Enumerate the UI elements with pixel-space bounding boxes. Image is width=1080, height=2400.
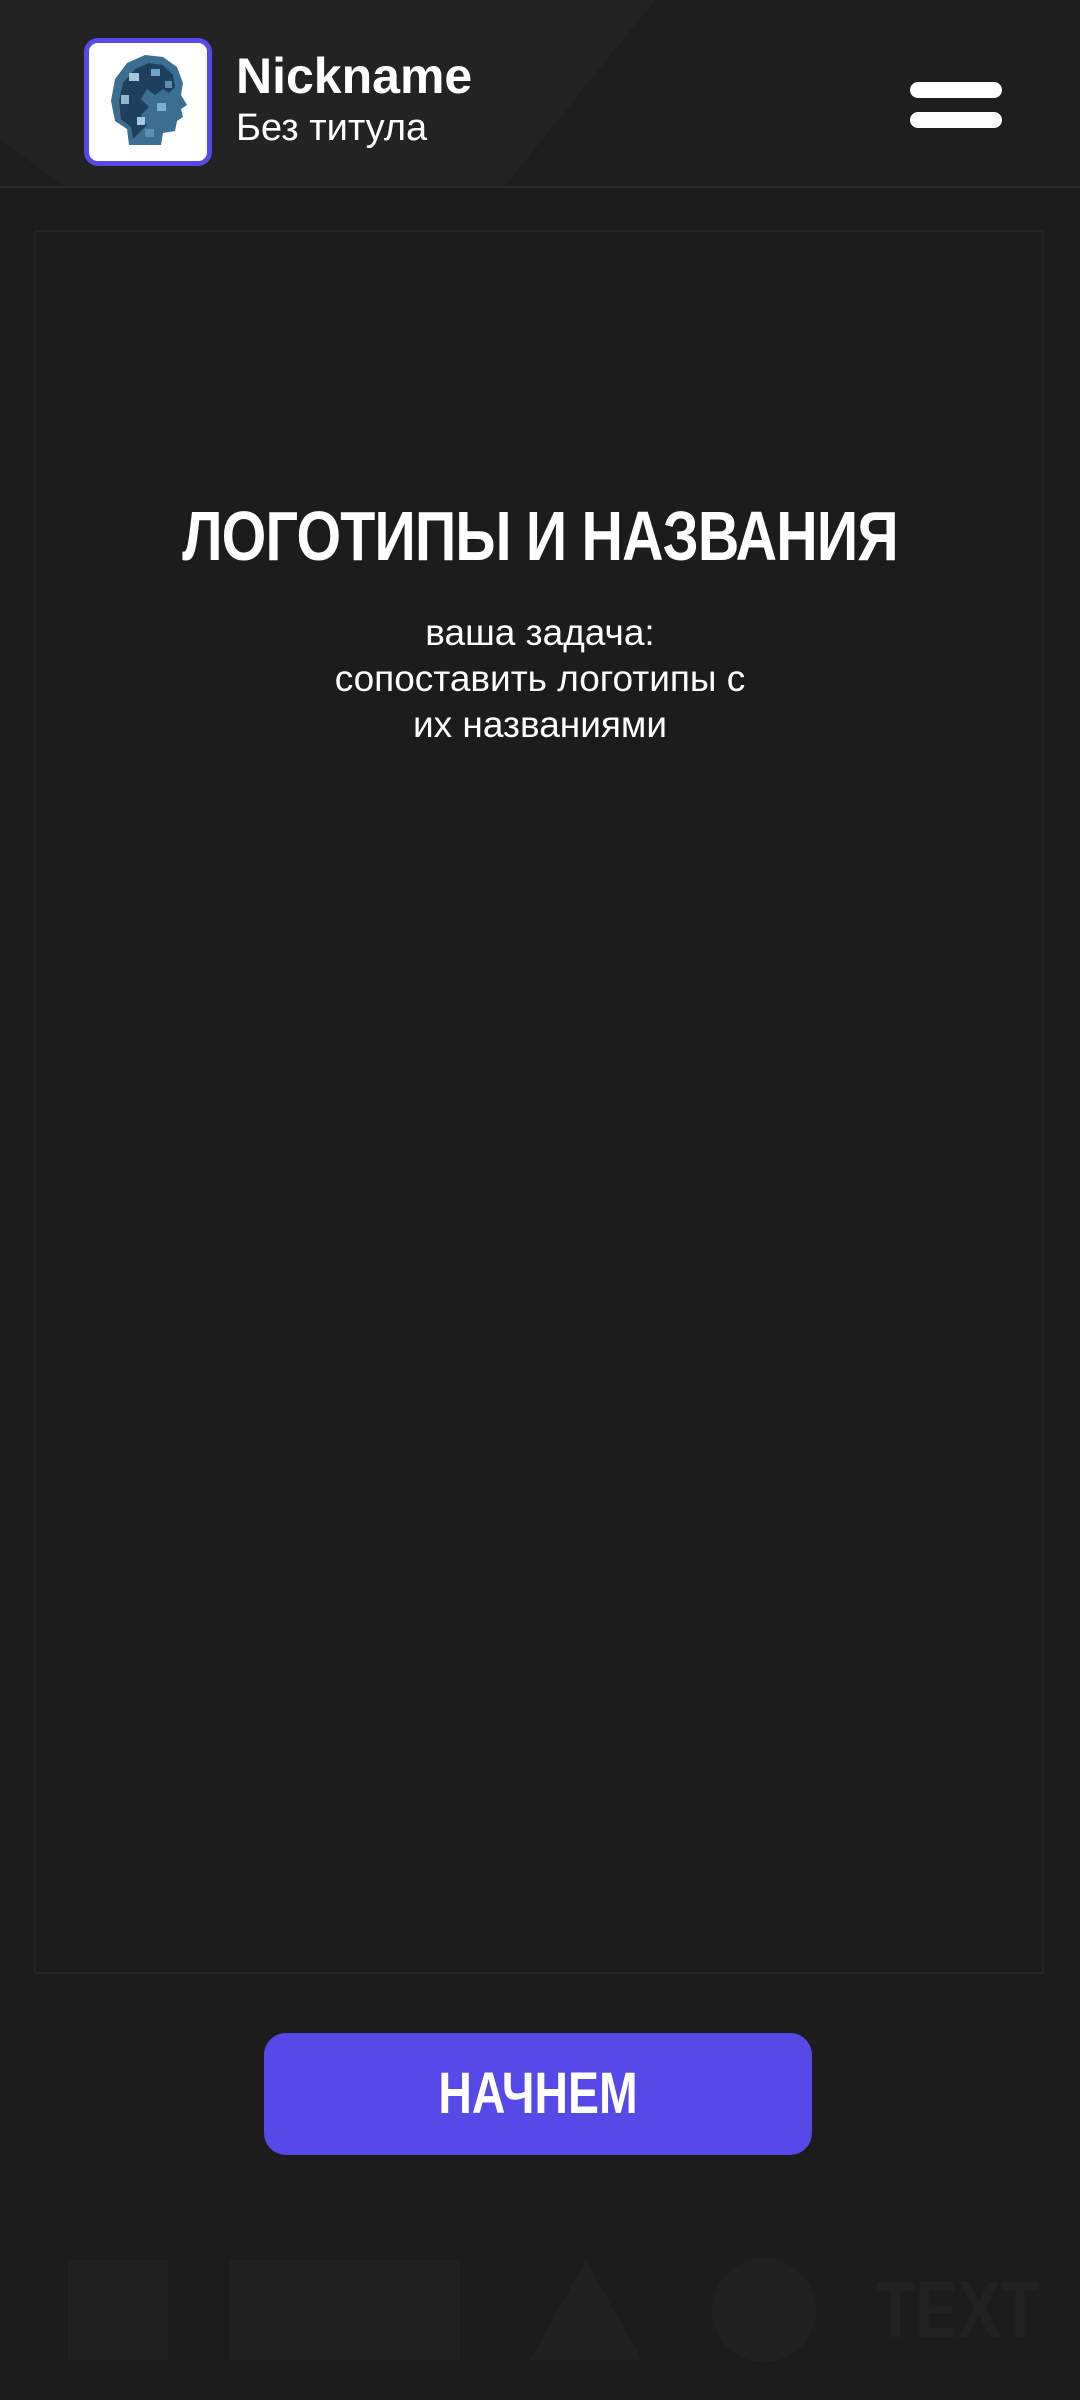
head-portrait-icon xyxy=(89,43,207,161)
rectangle-shape xyxy=(230,2260,460,2360)
task-description: ваша задача: сопоставить логотипы с их н… xyxy=(0,610,1080,748)
start-button[interactable]: НАЧНЕМ xyxy=(264,2033,812,2155)
hamburger-menu-icon[interactable] xyxy=(908,80,1004,132)
menu-bar-bottom xyxy=(910,112,1002,128)
game-intro-panel xyxy=(34,230,1044,1974)
circle-shape xyxy=(712,2258,816,2362)
nickname: Nickname xyxy=(236,48,473,104)
start-button-label: НАЧНЕМ xyxy=(438,2061,638,2126)
triangle-shape xyxy=(530,2260,642,2360)
task-line: сопоставить логотипы с xyxy=(334,658,746,699)
top-bar: Nickname Без титула xyxy=(0,0,1080,188)
task-line: ваша задача: xyxy=(425,612,655,653)
game-title: ЛОГОТИПЫ И НАЗВАНИЯ xyxy=(182,497,898,575)
decorative-text: TEXT xyxy=(876,2265,1040,2354)
menu-bar-top xyxy=(910,82,1002,98)
task-line: их названиями xyxy=(412,704,668,745)
user-title: Без титула xyxy=(236,107,428,149)
footer-decoration: TEXT xyxy=(0,2240,1080,2400)
square-shape xyxy=(68,2260,168,2360)
avatar[interactable] xyxy=(84,38,212,166)
